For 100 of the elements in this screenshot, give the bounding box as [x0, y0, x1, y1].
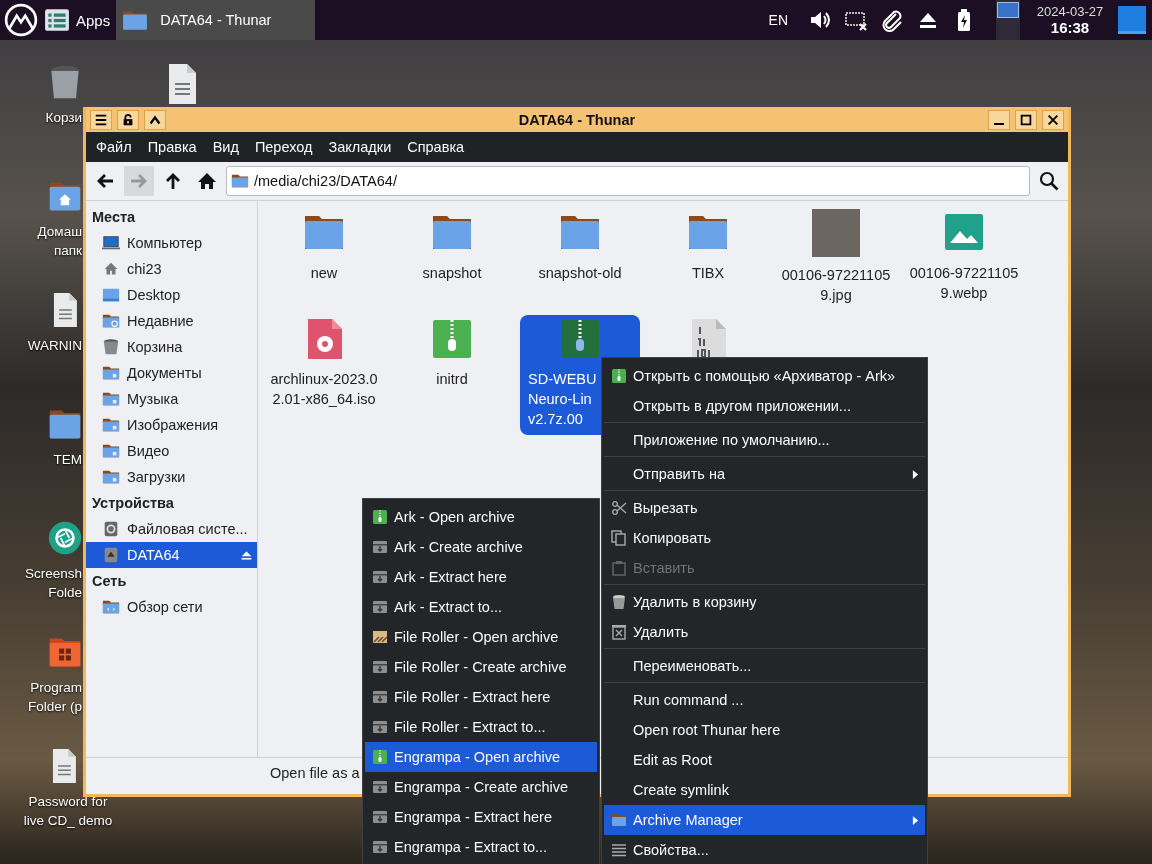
keyboard-layout[interactable]: EN [768, 12, 788, 28]
apps-button[interactable]: Apps [44, 0, 117, 40]
sidebar-item[interactable]: Корзина [86, 334, 257, 360]
sidebar-item[interactable]: Видео [86, 438, 257, 464]
menu-item[interactable]: Engrampa - Create archive [365, 772, 597, 802]
sidebar-item[interactable]: Файловая систе... [86, 516, 257, 542]
menu-bar-item[interactable]: Закладки [320, 139, 400, 155]
menu-item[interactable]: Edit as Root [604, 745, 925, 775]
mountain-logo-icon[interactable] [4, 3, 38, 37]
menu-item[interactable]: File Roller - Extract here [365, 682, 597, 712]
zip-archive-icon [372, 749, 388, 765]
file-name: SD-WEBU Neuro-Lin v2.7z.00 [528, 370, 597, 429]
menu-bar-item[interactable]: Справка [399, 139, 473, 155]
menu-item[interactable]: File Roller - Create archive [365, 652, 597, 682]
sidebar-item[interactable]: Desktop [86, 282, 257, 308]
eject-icon[interactable] [240, 548, 253, 562]
file-item[interactable]: snapshot [392, 209, 512, 289]
file-name: snapshot [422, 264, 482, 283]
submenu-arrow-icon [912, 468, 919, 480]
maximize-button[interactable] [1015, 109, 1037, 130]
menu-item[interactable]: File Roller - Open archive [365, 622, 597, 652]
menu-item[interactable]: Create symlink [604, 775, 925, 805]
file-item[interactable]: 00106-97221105 9.jpg [776, 209, 896, 311]
desktop-icon-label[interactable]: Program Folder (p [27, 678, 82, 716]
desktop-icon-label[interactable]: Screensh Folde [24, 564, 82, 602]
zip-archive-icon [611, 368, 627, 384]
menu-item[interactable]: Run command ... [604, 685, 925, 715]
zip-archive-icon [372, 509, 388, 525]
menu-item[interactable]: Ark - Create archive [365, 532, 597, 562]
menu-item[interactable]: File Roller - Extract to... [365, 712, 597, 742]
file-name: snapshot-old [538, 264, 622, 283]
archive-box-icon [372, 599, 388, 615]
archive-box-icon [372, 659, 388, 675]
list-icon [44, 7, 70, 33]
menu-item[interactable]: Копировать [604, 523, 925, 553]
menu-item[interactable]: Удалить в корзину [604, 587, 925, 617]
padlock-icon [121, 112, 135, 127]
minimize-icon [994, 122, 1004, 125]
file-item[interactable]: archlinux-2023.0 2.01-x86_64.iso [264, 315, 384, 415]
archive-box-icon [372, 689, 388, 705]
taskbar-button[interactable]: DATA64 - Thunar [116, 0, 316, 40]
menu-bar-item[interactable]: Вид [204, 139, 247, 155]
clipboard-icon [611, 560, 627, 576]
location-field[interactable]: /media/chi23/DATA64/ [226, 166, 1030, 196]
file-name: archlinux-2023.0 2.01-x86_64.iso [270, 370, 378, 409]
unlock-button[interactable] [117, 109, 139, 130]
menu-bar-item[interactable]: Файл [88, 139, 140, 155]
folder-icon [102, 416, 120, 434]
workspace-switcher[interactable] [996, 0, 1020, 40]
menu-item[interactable]: Engrampa - Extract to... [365, 832, 597, 862]
menu-item[interactable]: Engrampa - Open archive [365, 742, 597, 772]
desktop-icon [102, 286, 120, 304]
network-folder-icon [102, 598, 120, 616]
menu-item[interactable]: Свойства... [604, 835, 925, 864]
desktop-icon-label[interactable]: Корзи [45, 108, 82, 127]
window-menu-button[interactable] [90, 109, 112, 130]
menu-item[interactable]: Переименовать... [604, 651, 925, 681]
delete-icon [611, 624, 627, 640]
sidebar-item[interactable]: Музыка [86, 386, 257, 412]
shade-button[interactable] [144, 109, 166, 130]
sidebar-item[interactable]: Документы [86, 360, 257, 386]
menu-item[interactable]: Приложение по умолчанию... [604, 425, 925, 455]
list-icon [611, 842, 627, 858]
menu-item[interactable]: Вырезать [604, 493, 925, 523]
menu-item[interactable]: Open root Thunar here [604, 715, 925, 745]
desktop-icon-label[interactable]: WARNIN [27, 336, 82, 355]
home-icon [197, 171, 217, 191]
menu-item[interactable]: Ark - Extract here [365, 562, 597, 592]
menu-item[interactable]: Archive Manager [604, 805, 925, 835]
file-item[interactable]: initrd [392, 315, 512, 395]
sidebar-item[interactable]: Загрузки [86, 464, 257, 490]
menu-item[interactable]: Отправить на [604, 459, 925, 489]
menu-item[interactable]: Удалить [604, 617, 925, 647]
archive-file-icon [558, 317, 602, 361]
paperclip-icon[interactable] [880, 8, 904, 32]
menu-item[interactable]: Ark - Extract to... [365, 592, 597, 622]
desktop-icon-label[interactable]: Password for live CD_ demo [23, 792, 113, 830]
file-item[interactable]: new [264, 209, 384, 289]
sidebar-item[interactable]: Изображения [86, 412, 257, 438]
folder-clock-icon [102, 312, 120, 330]
minimize-button[interactable] [988, 109, 1010, 130]
archive-box-icon [372, 779, 388, 795]
desktop-icon-label[interactable]: TEM [53, 450, 82, 469]
sidebar-item[interactable]: DATA64 [86, 542, 257, 568]
file-item[interactable]: snapshot-old [520, 209, 640, 289]
menu-item[interactable]: Ark - Open archive [365, 502, 597, 532]
file-name: new [310, 264, 338, 283]
menu-item[interactable]: Engrampa - Extract here [365, 802, 597, 832]
file-item[interactable]: 00106-97221105 9.webp [904, 209, 1024, 309]
menu-bar-item[interactable]: Переход [246, 139, 321, 155]
close-button[interactable] [1042, 109, 1064, 130]
desktop-icon-label[interactable]: Домаш папк [37, 222, 82, 260]
sidebar-item[interactable]: Обзор сети [86, 594, 257, 620]
sidebar-item[interactable]: chi23 [86, 256, 257, 282]
menu-bar-item[interactable]: Правка [139, 139, 205, 155]
sidebar-item[interactable]: Недавние [86, 308, 257, 334]
sidebar-item[interactable]: Компьютер [86, 230, 257, 256]
file-item[interactable]: TIBX [648, 209, 768, 289]
menu-icon [94, 112, 108, 127]
clock[interactable]: 2024-03-27 16:38 [1026, 4, 1114, 36]
